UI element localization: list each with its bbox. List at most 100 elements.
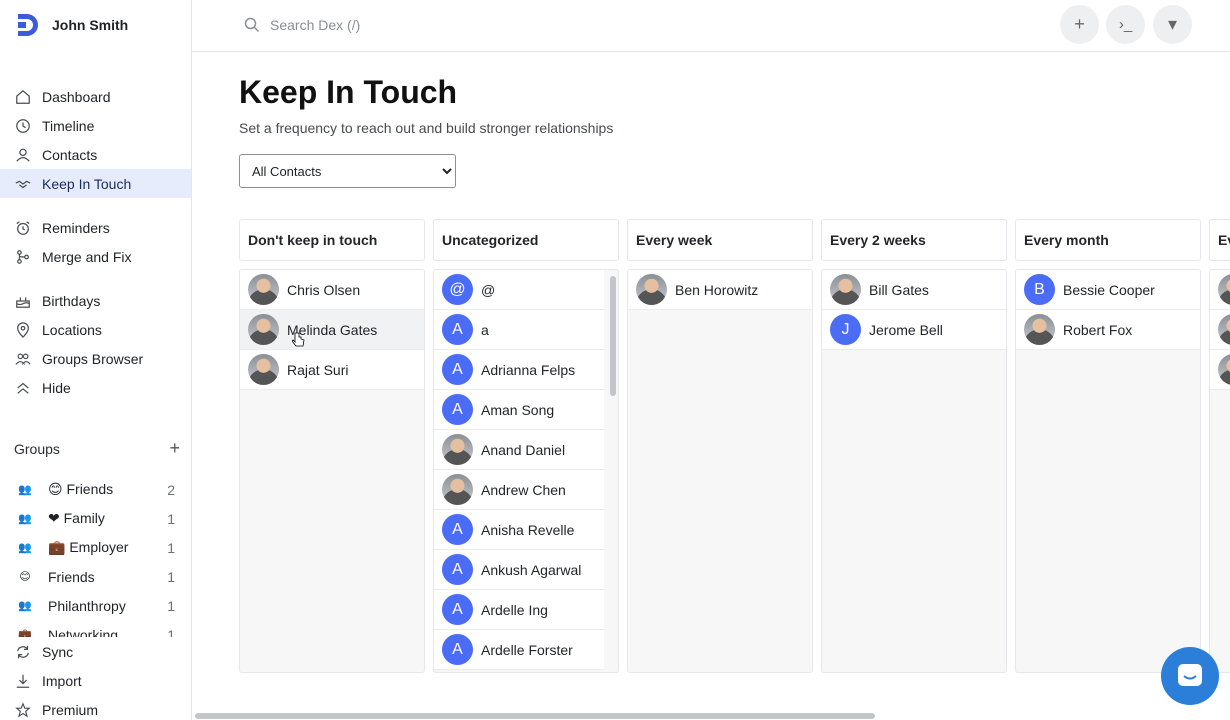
contact-card[interactable]: @ @ <box>434 270 604 310</box>
avatar <box>248 354 279 385</box>
contact-name: Anand Daniel <box>481 441 566 458</box>
contact-card[interactable]: Rajat Suri <box>240 350 424 390</box>
sidebar: John Smith Dashboard Timeline Contacts Keep… <box>0 0 192 720</box>
column-dropzone[interactable]: Ben Horowitz <box>627 269 813 673</box>
add-button[interactable]: + <box>1060 5 1099 44</box>
group-item[interactable]: 👥 Philanthropy 1 <box>0 591 191 620</box>
avatar <box>442 434 473 465</box>
contact-card[interactable]: Chris Olsen <box>240 270 424 310</box>
group-icon: 👥 <box>18 542 32 554</box>
sidebar-item-locations[interactable]: Locations <box>0 315 191 344</box>
sidebar-item-birthdays[interactable]: Birthdays <box>0 286 191 315</box>
group-icon: 👥 <box>18 484 32 496</box>
column-title: Uncategorized <box>433 219 619 261</box>
sidebar-item-premium[interactable]: Premium <box>0 695 191 720</box>
sidebar-item-contacts[interactable]: Contacts <box>0 140 191 169</box>
column-title: Ev <box>1209 219 1230 261</box>
caret-down-icon: ▾ <box>1167 14 1178 34</box>
contact-card[interactable]: Bill Gates <box>822 270 1006 310</box>
sidebar-item-groups-browser[interactable]: Groups Browser <box>0 344 191 373</box>
avatar: A <box>442 514 473 545</box>
alarm-icon <box>14 219 32 237</box>
contact-card[interactable] <box>1210 310 1230 350</box>
bottom-nav: Sync Import Premium <box>0 637 191 720</box>
contact-card[interactable]: A Ardelle Ing <box>434 590 604 630</box>
contact-card[interactable]: Anand Daniel <box>434 430 604 470</box>
group-item[interactable]: 👥 💼 Employer 1 <box>0 533 191 562</box>
sidebar-item-sync[interactable]: Sync <box>0 637 191 666</box>
contact-card[interactable]: Andrew Chen <box>434 470 604 510</box>
brand[interactable]: John Smith <box>14 10 128 40</box>
contact-card[interactable] <box>1210 270 1230 310</box>
sidebar-item-hide[interactable]: Hide <box>0 373 191 402</box>
sidebar-item-reminders[interactable]: Reminders <box>0 213 191 242</box>
column-scrollbar[interactable] <box>610 276 616 396</box>
contact-card[interactable]: A Anisha Revelle <box>434 510 604 550</box>
contact-name: Adrianna Felps <box>481 361 576 378</box>
main-nav: Dashboard Timeline Contacts Keep In Touch Re… <box>0 82 191 402</box>
group-item[interactable]: 💼 Networking 1 <box>0 620 191 638</box>
group-item[interactable]: 👥 ❤ Family 1 <box>0 504 191 533</box>
contact-card[interactable]: A Adrianna Felps <box>434 350 604 390</box>
sidebar-item-label: Dashboard <box>42 88 111 105</box>
group-item[interactable]: 👥 😊 Friends 2 <box>0 475 191 504</box>
contact-card[interactable]: Ben Horowitz <box>628 270 812 310</box>
column-dropzone[interactable]: Bill Gates J Jerome Bell <box>821 269 1007 673</box>
group-label: ❤ Family <box>48 510 105 526</box>
account-menu-button[interactable]: ▾ <box>1153 5 1192 44</box>
sidebar-item-merge-and-fix[interactable]: Merge and Fix <box>0 242 191 271</box>
group-label: 💼 Employer <box>48 539 129 555</box>
sidebar-item-keep-in-touch[interactable]: Keep In Touch <box>0 169 191 198</box>
sidebar-item-import[interactable]: Import <box>0 666 191 695</box>
group-item[interactable]: 😊 Friends 1 <box>0 562 191 591</box>
contact-card[interactable]: J Jerome Bell <box>822 310 1006 350</box>
contact-card[interactable]: B Bessie Cooper <box>1016 270 1200 310</box>
search-bar[interactable] <box>244 12 744 38</box>
contact-card[interactable]: A Ankush Agarwal <box>434 550 604 590</box>
column-dropzone[interactable]: B Bessie Cooper Robert Fox <box>1015 269 1201 673</box>
contact-name: Jerome Bell <box>869 321 943 338</box>
contact-name: Chris Olsen <box>287 281 361 298</box>
sidebar-item-label: Import <box>42 672 82 689</box>
contact-card[interactable]: Robert Fox <box>1016 310 1200 350</box>
pin-icon <box>14 321 32 339</box>
contact-card[interactable] <box>1210 350 1230 390</box>
board-column: Ev <box>1209 219 1230 673</box>
mouse-pointer-icon <box>292 332 305 347</box>
group-icon: 👥 <box>18 513 32 525</box>
contact-card[interactable]: Melinda Gates <box>240 310 424 350</box>
command-button[interactable]: ›_ <box>1106 5 1145 44</box>
sidebar-item-label: Groups Browser <box>42 350 144 367</box>
column-dropzone[interactable]: Chris Olsen Melinda Gates Rajat Suri <box>239 269 425 673</box>
avatar: B <box>1024 274 1055 305</box>
column-dropzone[interactable]: @ @ Aa A Adrianna Felps A Aman Song Anand Danie… <box>433 269 619 673</box>
avatar: A <box>442 634 473 665</box>
search-input[interactable] <box>270 17 670 33</box>
group-count: 1 <box>167 597 175 614</box>
group-count: 2 <box>167 481 175 498</box>
sidebar-item-label: Keep In Touch <box>42 175 132 192</box>
horizontal-scrollbar[interactable] <box>195 713 875 719</box>
add-group-button[interactable]: + <box>169 438 180 459</box>
group-count: 1 <box>167 626 175 638</box>
column-dropzone[interactable] <box>1209 269 1230 673</box>
avatar <box>1024 314 1055 345</box>
sidebar-item-timeline[interactable]: Timeline <box>0 111 191 140</box>
group-label: Networking <box>48 626 119 638</box>
avatar <box>248 314 279 345</box>
group-list[interactable]: 👥 😊 Friends 2 👥 ❤ Family 1 👥 💼 Employer 1 😊 Friend… <box>0 475 191 637</box>
sidebar-item-dashboard[interactable]: Dashboard <box>0 82 191 111</box>
avatar: A <box>442 354 473 385</box>
column-title: Every week <box>627 219 813 261</box>
contact-name: @ <box>481 281 496 298</box>
contact-card[interactable]: A Ardelle Forster <box>434 630 604 670</box>
sidebar-item-label: Birthdays <box>42 292 101 309</box>
terminal-icon: ›_ <box>1118 16 1133 33</box>
avatar <box>1218 354 1230 385</box>
contact-filter-select[interactable]: All Contacts <box>239 154 456 188</box>
contact-card[interactable]: A Aman Song <box>434 390 604 430</box>
chat-button[interactable] <box>1161 647 1219 705</box>
sidebar-item-label: Reminders <box>42 219 110 236</box>
contact-card[interactable]: Aa <box>434 310 604 350</box>
board-column: Every 2 weeks Bill Gates J Jerome Bell <box>821 219 1007 673</box>
